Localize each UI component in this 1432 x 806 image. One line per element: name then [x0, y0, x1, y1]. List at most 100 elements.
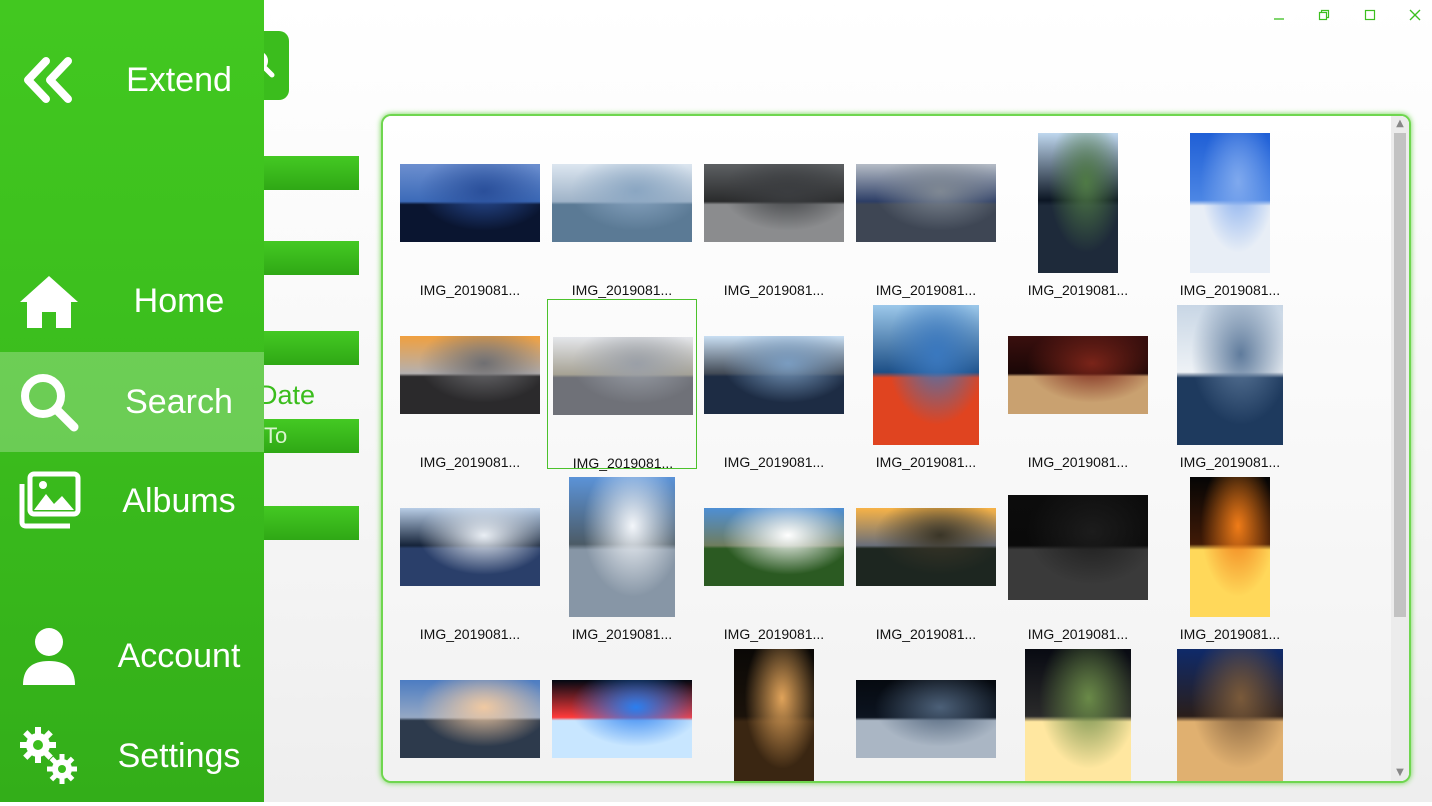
photo-item[interactable]: IMG_2019081...	[1155, 643, 1305, 781]
photo-thumbnail	[1190, 133, 1270, 273]
photo-caption: IMG_2019081...	[419, 454, 521, 470]
photo-item[interactable]: IMG_2019081...	[1003, 299, 1153, 470]
sidebar-item-home[interactable]: Home	[0, 251, 264, 351]
date-label: Date	[258, 380, 316, 410]
restore-button[interactable]	[1301, 4, 1347, 26]
photo-item[interactable]: IMG_2019081...	[547, 127, 697, 298]
photo-thumbnail	[856, 508, 996, 586]
photo-thumbnail	[704, 336, 844, 414]
photo-item[interactable]: IMG_2019081...	[395, 471, 545, 642]
search-name-field[interactable]	[264, 156, 359, 190]
photo-thumbnail	[400, 680, 540, 758]
photo-caption: IMG_2019081...	[1179, 626, 1281, 642]
vertical-scrollbar[interactable]: ▲ ▼	[1391, 116, 1409, 781]
restore-icon	[1318, 9, 1330, 21]
photo-thumbnail	[400, 164, 540, 242]
photo-gallery[interactable]: IMG_2019081... IMG_2019081... IMG_2019081.…	[383, 116, 1409, 781]
photo-thumbnail	[704, 508, 844, 586]
photo-caption: IMG_2019081...	[723, 626, 825, 642]
photo-item[interactable]: IMG_2019081...	[851, 643, 1001, 781]
photo-thumbnail	[704, 164, 844, 242]
photo-item[interactable]: IMG_2019081...	[699, 643, 849, 781]
gears-icon	[16, 723, 82, 789]
sidebar-item-search[interactable]: Search	[0, 352, 264, 452]
photo-caption: IMG_2019081...	[419, 282, 521, 298]
sidebar-item-account[interactable]: Account	[0, 606, 264, 706]
close-button[interactable]	[1392, 4, 1432, 26]
home-icon	[16, 268, 82, 334]
date-to-field[interactable]: To	[264, 419, 359, 453]
photo-thumbnail	[873, 305, 979, 445]
photo-thumbnail	[552, 164, 692, 242]
photo-item[interactable]: IMG_2019081...	[395, 127, 545, 298]
photo-caption: IMG_2019081...	[1179, 282, 1281, 298]
to-label: To	[264, 423, 288, 448]
photo-thumbnail	[856, 680, 996, 758]
photo-caption: IMG_2019081...	[572, 455, 674, 471]
photo-item[interactable]: IMG_2019081...	[1003, 471, 1153, 642]
photo-item[interactable]: IMG_2019081...	[395, 299, 545, 470]
photo-thumbnail	[734, 649, 814, 781]
photo-caption: IMG_2019081...	[1027, 282, 1129, 298]
sidebar-item-label: Search	[125, 383, 233, 421]
photo-caption: IMG_2019081...	[875, 282, 977, 298]
photo-item[interactable]: IMG_2019081...	[1155, 471, 1305, 642]
photo-thumbnail	[569, 477, 675, 617]
photo-caption: IMG_2019081...	[875, 454, 977, 470]
search-extra-field[interactable]	[264, 506, 359, 540]
sidebar-item-label: Home	[133, 282, 225, 320]
photo-item[interactable]: IMG_2019081...	[699, 471, 849, 642]
photo-item[interactable]: IMG_2019081...	[851, 127, 1001, 298]
photo-thumbnail	[1008, 336, 1148, 414]
photo-item[interactable]: IMG_2019081...	[699, 127, 849, 298]
photo-caption: IMG_2019081...	[1179, 454, 1281, 470]
sidebar-item-label: Account	[117, 637, 241, 675]
photo-item[interactable]: IMG_2019081...	[547, 643, 697, 781]
photo-caption: IMG_2019081...	[571, 282, 673, 298]
photo-caption: IMG_2019081...	[571, 626, 673, 642]
maximize-icon	[1364, 9, 1376, 21]
photo-thumbnail	[856, 164, 996, 242]
photo-item[interactable]: IMG_2019081...	[851, 471, 1001, 642]
photo-thumbnail	[400, 336, 540, 414]
photo-thumbnail	[1190, 477, 1270, 617]
scroll-up-icon[interactable]: ▲	[1391, 116, 1409, 132]
scroll-down-icon[interactable]: ▼	[1391, 765, 1409, 781]
photo-caption: IMG_2019081...	[875, 626, 977, 642]
photo-item[interactable]: IMG_2019081...	[1155, 299, 1305, 470]
photo-item[interactable]: IMG_2019081...	[1003, 643, 1153, 781]
photo-item[interactable]: IMG_2019081...	[1155, 127, 1305, 298]
photo-thumbnail	[1038, 133, 1118, 273]
user-icon	[16, 623, 82, 689]
photo-item[interactable]: IMG_2019081...	[395, 643, 545, 781]
photo-thumbnail	[1025, 649, 1131, 781]
photo-item[interactable]: IMG_2019081...	[699, 299, 849, 470]
sidebar-item-extend[interactable]: Extend	[0, 30, 264, 130]
search-tag-field[interactable]	[264, 331, 359, 365]
sidebar: Extend Home Search Albums Account Settin…	[0, 0, 264, 802]
minimize-icon	[1274, 18, 1284, 20]
sidebar-item-settings[interactable]: Settings	[0, 706, 264, 806]
photo-item[interactable]: IMG_2019081...	[547, 471, 697, 642]
photo-item[interactable]: IMG_2019081...	[547, 299, 697, 471]
photo-caption: IMG_2019081...	[419, 626, 521, 642]
photo-thumbnail	[552, 680, 692, 758]
photo-thumbnail	[1177, 649, 1283, 781]
close-icon	[1409, 9, 1421, 21]
photo-item[interactable]: IMG_2019081...	[1003, 127, 1153, 298]
sidebar-item-albums[interactable]: Albums	[0, 451, 264, 551]
maximize-button[interactable]	[1347, 4, 1393, 26]
albums-icon	[16, 468, 82, 534]
photo-item[interactable]: IMG_2019081...	[851, 299, 1001, 470]
photo-thumbnail	[553, 337, 693, 415]
photo-caption: IMG_2019081...	[1027, 626, 1129, 642]
double-chevron-left-icon	[16, 47, 82, 113]
photo-caption: IMG_2019081...	[723, 454, 825, 470]
scrollbar-thumb[interactable]	[1394, 133, 1406, 617]
minimize-button[interactable]	[1256, 4, 1302, 26]
photo-thumbnail	[400, 508, 540, 586]
photo-caption: IMG_2019081...	[1027, 454, 1129, 470]
photo-caption: IMG_2019081...	[723, 282, 825, 298]
search-album-field[interactable]	[264, 241, 359, 275]
sidebar-item-label: Settings	[117, 737, 241, 775]
